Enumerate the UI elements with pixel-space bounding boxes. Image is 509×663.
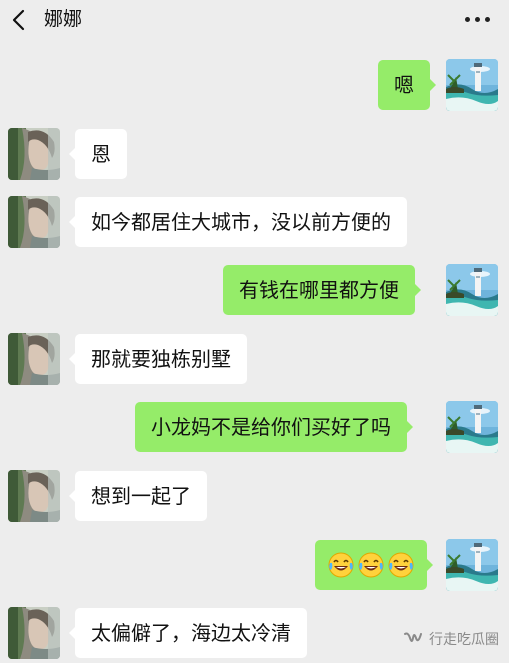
message-text: 想到一起了: [91, 484, 191, 508]
message-bubble-contact[interactable]: 太偏僻了，海边太冷清: [69, 608, 307, 658]
self-avatar[interactable]: [446, 59, 498, 111]
message-text: 太偏僻了，海边太冷清: [91, 621, 291, 645]
watermark-text: 行走吃瓜圈: [429, 632, 499, 648]
message-text: 如今都居住大城市，没以前方便的: [91, 210, 391, 234]
message-bubble-contact[interactable]: 那就要独栋别墅: [69, 334, 247, 384]
self-avatar[interactable]: [446, 401, 498, 453]
contact-avatar-image: [8, 607, 60, 659]
message-text: 那就要独栋别墅: [91, 347, 231, 371]
message-text: 嗯: [394, 73, 414, 97]
message-text: 小龙妈不是给你们买好了吗: [151, 415, 391, 439]
message-bubble-self[interactable]: 小龙妈不是给你们买好了吗: [135, 402, 413, 452]
message-bubble-contact[interactable]: 恩: [69, 129, 127, 179]
contact-avatar-image: [8, 470, 60, 522]
contact-avatar-image: [8, 128, 60, 180]
contact-avatar[interactable]: [8, 196, 60, 248]
contact-avatar[interactable]: [8, 128, 60, 180]
contact-avatar[interactable]: [8, 470, 60, 522]
emoji-row: [327, 540, 415, 590]
message-text: 恩: [91, 142, 111, 166]
contact-avatar-image: [8, 196, 60, 248]
chat-screen: 娜娜 嗯 恩 如今都居住大城市，没以前方便的 有钱在哪里都方便 那就要独栋别墅: [0, 0, 509, 663]
laugh-tears-emoji-icon: [387, 551, 415, 579]
watermark: 行走吃瓜圈: [403, 629, 499, 649]
self-avatar-image: [446, 59, 498, 111]
top-bar: 娜娜: [0, 0, 509, 40]
laugh-tears-emoji-icon: [327, 551, 355, 579]
more-dot: [485, 17, 490, 22]
contact-avatar-image: [8, 333, 60, 385]
laugh-tears-emoji-icon: [357, 551, 385, 579]
self-avatar-image: [446, 401, 498, 453]
message-text: 有钱在哪里都方便: [239, 278, 399, 302]
self-avatar-image: [446, 264, 498, 316]
message-bubble-self[interactable]: 有钱在哪里都方便: [223, 265, 421, 315]
message-bubble-contact[interactable]: 如今都居住大城市，没以前方便的: [69, 197, 407, 247]
more-dot: [465, 17, 470, 22]
contact-avatar[interactable]: [8, 333, 60, 385]
self-avatar[interactable]: [446, 264, 498, 316]
more-dot: [475, 17, 480, 22]
self-avatar[interactable]: [446, 539, 498, 591]
more-button[interactable]: [465, 17, 491, 23]
back-button[interactable]: [8, 6, 32, 34]
chat-title: 娜娜: [44, 8, 83, 30]
message-bubble-self[interactable]: [315, 540, 433, 590]
self-avatar-image: [446, 539, 498, 591]
wechat-channel-icon: [404, 632, 422, 642]
contact-avatar[interactable]: [8, 607, 60, 659]
chevron-left-icon: [12, 9, 25, 31]
message-bubble-contact[interactable]: 想到一起了: [69, 471, 207, 521]
message-bubble-self[interactable]: 嗯: [378, 60, 436, 110]
